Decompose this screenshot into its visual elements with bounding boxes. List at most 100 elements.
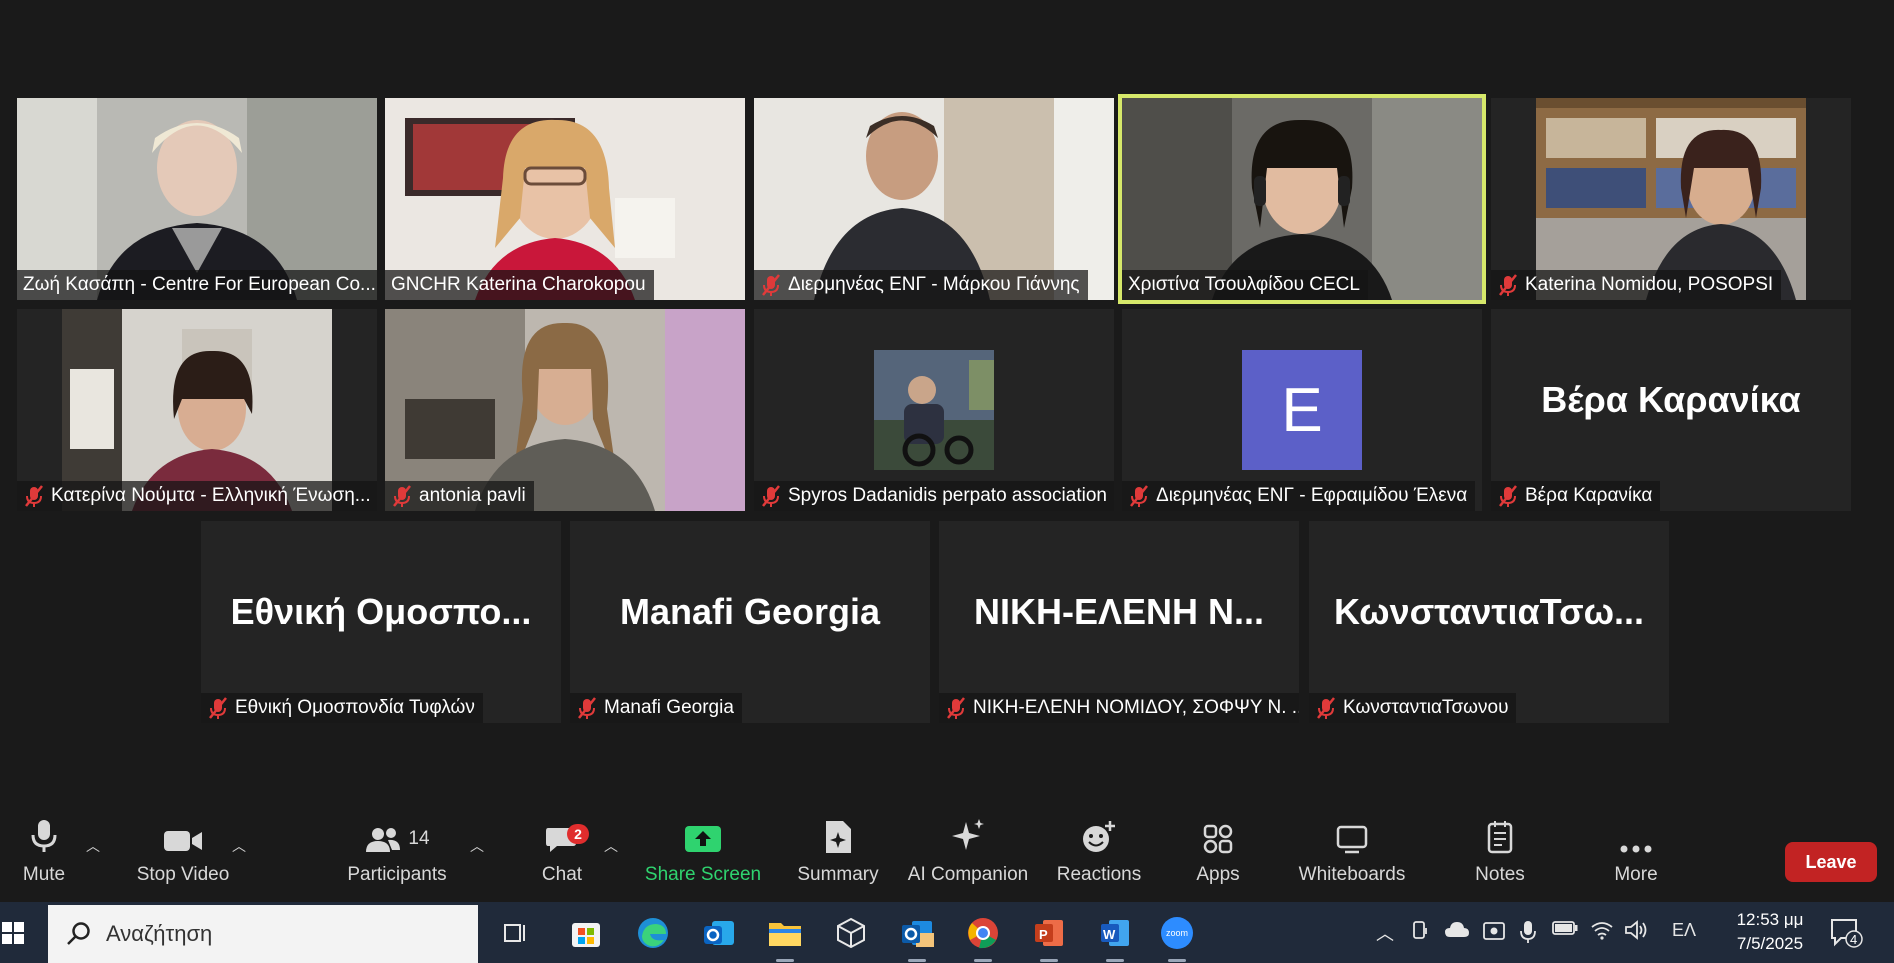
wifi-icon[interactable] [1590, 920, 1614, 945]
participant-tile[interactable]: GNCHR Katerina Charokopou [385, 98, 745, 300]
stop-video-label: Stop Video [136, 864, 230, 885]
participant-name: ΝΙΚΗ-ΕΛΕΝΗ ΝΟΜΙΔΟΥ, ΣΟΦΨΥ Ν. ... [973, 697, 1299, 718]
participant-name: Κατερίνα Νούμτα - Ελληνική Ένωση... [51, 485, 371, 506]
video-options-chevron-icon[interactable]: ︿ [232, 836, 246, 856]
mic-muted-icon [947, 697, 965, 719]
tray-app-icon[interactable] [1482, 920, 1506, 947]
file-explorer-icon[interactable] [764, 912, 806, 962]
participant-name-tag: ΝΙΚΗ-ΕΛΕΝΗ ΝΟΜΙΔΟΥ, ΣΟΦΨΥ Ν. ... [939, 693, 1299, 723]
participant-name-tag: Ζωή Κασάπη - Centre For European Co... [17, 270, 377, 300]
stop-video-button[interactable]: Stop Video [130, 810, 236, 902]
zoom-app-icon[interactable]: zoom [1156, 912, 1198, 962]
participant-display-name: ΝΙΚΗ-ΕΛΕΝΗ Ν... [973, 591, 1265, 632]
battery-icon[interactable] [1552, 920, 1578, 941]
edge-browser-icon[interactable] [632, 912, 674, 954]
ai-companion-button[interactable]: AI Companion [905, 810, 1031, 902]
input-language[interactable]: ΕΛ [1672, 920, 1696, 941]
participant-tile[interactable]: Διερμηνέας ENΓ - Μάρκου Γιάννης [754, 98, 1114, 300]
participant-name-tag: ΚωνσταντιαΤσωνου [1309, 693, 1517, 723]
active-speaker-tile[interactable]: Χριστίνα Τσουλφίδου CECL [1118, 94, 1486, 304]
windows-start-icon[interactable] [0, 912, 26, 954]
participant-tile[interactable]: Κατερίνα Νούμτα - Ελληνική Ένωση... [17, 309, 377, 511]
summary-button[interactable]: Summary [790, 810, 886, 902]
tray-microphone-icon[interactable] [1520, 920, 1536, 949]
participant-tile[interactable]: E Διερμηνέας ENΓ - Εφραιμίδου Έλενα [1122, 309, 1482, 511]
participants-icon: 14 [364, 810, 430, 858]
participant-tile[interactable]: Εθνική Ομοσπο... Εθνική Ομοσπονδία Τυφλώ… [201, 521, 561, 723]
chat-button[interactable]: 2 Chat [532, 810, 592, 902]
participants-button[interactable]: 14 Participants [344, 810, 450, 902]
more-label: More [1614, 864, 1658, 885]
chrome-icon[interactable] [962, 912, 1004, 962]
mic-muted-icon [762, 274, 780, 296]
mic-muted-icon [25, 485, 43, 507]
participant-name: Βέρα Καρανίκα [1525, 485, 1653, 506]
mic-muted-icon [762, 485, 780, 507]
participant-tile[interactable]: Ζωή Κασάπη - Centre For European Co... [17, 98, 377, 300]
meeting-toolbar: Mute ︿ Stop Video ︿ 14 Participants ︿ 2 … [0, 810, 1894, 902]
participant-display-name: Εθνική Ομοσπο... [230, 591, 532, 632]
whiteboard-icon [1336, 810, 1368, 858]
microphone-icon [30, 810, 58, 858]
search-icon [67, 922, 90, 945]
tray-overflow-chevron-icon[interactable]: ︿ [1376, 920, 1394, 946]
clock-time: 12:53 μμ [1736, 910, 1804, 929]
participant-tile[interactable]: ΝΙΚΗ-ΕΛΕΝΗ Ν... ΝΙΚΗ-ΕΛΕΝΗ ΝΟΜΙΔΟΥ, ΣΟΦΨ… [939, 521, 1299, 723]
participant-name-tag: Διερμηνέας ENΓ - Εφραιμίδου Έλενα [1122, 481, 1476, 511]
onedrive-cloud-icon[interactable] [1444, 920, 1470, 945]
more-button[interactable]: More [1608, 810, 1664, 902]
participant-name-tag: Κατερίνα Νούμτα - Ελληνική Ένωση... [17, 481, 377, 511]
mic-muted-icon [1499, 485, 1517, 507]
participant-tile[interactable]: Βέρα Καρανίκα Βέρα Καρανίκα [1491, 309, 1851, 511]
notes-button[interactable]: Notes [1468, 810, 1532, 902]
notification-center-icon[interactable]: 4 [1826, 912, 1866, 954]
participant-name: Manafi Georgia [604, 697, 734, 718]
participants-count: 14 [408, 828, 430, 849]
powerpoint-icon[interactable]: P [1028, 912, 1070, 962]
participant-name-tag: antonia pavli [385, 481, 534, 511]
share-screen-label: Share Screen [644, 864, 762, 885]
outlook-icon[interactable] [896, 912, 938, 962]
share-screen-button[interactable]: Share Screen [644, 810, 762, 902]
package-box-icon[interactable] [830, 912, 872, 954]
participant-name: Εθνική Ομοσπονδία Τυφλών [235, 697, 475, 718]
participant-tile[interactable]: Katerina Nomidou, POSOPSI [1491, 98, 1851, 300]
participants-options-chevron-icon[interactable]: ︿ [470, 836, 484, 856]
apps-button[interactable]: Apps [1190, 810, 1246, 902]
taskbar-clock[interactable]: 12:53 μμ 7/5/2025 [1715, 908, 1825, 956]
notification-count: 4 [1850, 932, 1857, 947]
participant-name: Ζωή Κασάπη - Centre For European Co... [23, 274, 376, 295]
participants-label: Participants [347, 864, 447, 885]
participant-tile[interactable]: Manafi Georgia Manafi Georgia [570, 521, 930, 723]
leave-meeting-button[interactable]: Leave [1785, 842, 1877, 882]
volume-icon[interactable] [1624, 920, 1648, 945]
participant-name-tag: Χριστίνα Τσουλφίδου CECL [1122, 270, 1368, 300]
tray-device-icon[interactable] [1410, 920, 1430, 947]
audio-options-chevron-icon[interactable]: ︿ [86, 836, 100, 856]
reactions-button[interactable]: Reactions [1052, 810, 1146, 902]
whiteboards-label: Whiteboards [1298, 864, 1406, 885]
participant-name: ΚωνσταντιαΤσωνου [1343, 697, 1509, 718]
participant-tile[interactable]: Spyros Dadanidis perpato association [754, 309, 1114, 511]
participant-name-tag: Διερμηνέας ENΓ - Μάρκου Γιάννης [754, 270, 1088, 300]
word-icon[interactable]: W [1094, 912, 1136, 962]
more-dots-icon [1619, 810, 1653, 858]
participant-name: GNCHR Katerina Charokopou [391, 274, 646, 295]
participant-name-tag: GNCHR Katerina Charokopou [385, 270, 654, 300]
outlook-new-icon[interactable] [698, 912, 740, 954]
mute-button[interactable]: Mute [12, 810, 76, 902]
participant-tile[interactable]: ΚωνσταντιαΤσω... ΚωνσταντιαΤσωνου [1309, 521, 1669, 723]
participant-display-name: Manafi Georgia [619, 591, 881, 632]
zoom-meeting-window: Ζωή Κασάπη - Centre For European Co... G… [0, 0, 1894, 963]
mic-muted-icon [1499, 274, 1517, 296]
microsoft-store-icon[interactable] [565, 912, 607, 954]
emoji-add-icon [1081, 810, 1117, 858]
avatar: E [1242, 350, 1362, 470]
whiteboards-button[interactable]: Whiteboards [1292, 810, 1412, 902]
participant-name: Χριστίνα Τσουλφίδου CECL [1128, 274, 1360, 295]
chat-label: Chat [541, 864, 583, 885]
taskbar-search-box[interactable]: Αναζήτηση [48, 905, 478, 963]
task-view-icon[interactable] [494, 912, 536, 954]
participant-tile[interactable]: antonia pavli [385, 309, 745, 511]
chat-options-chevron-icon[interactable]: ︿ [604, 836, 618, 856]
